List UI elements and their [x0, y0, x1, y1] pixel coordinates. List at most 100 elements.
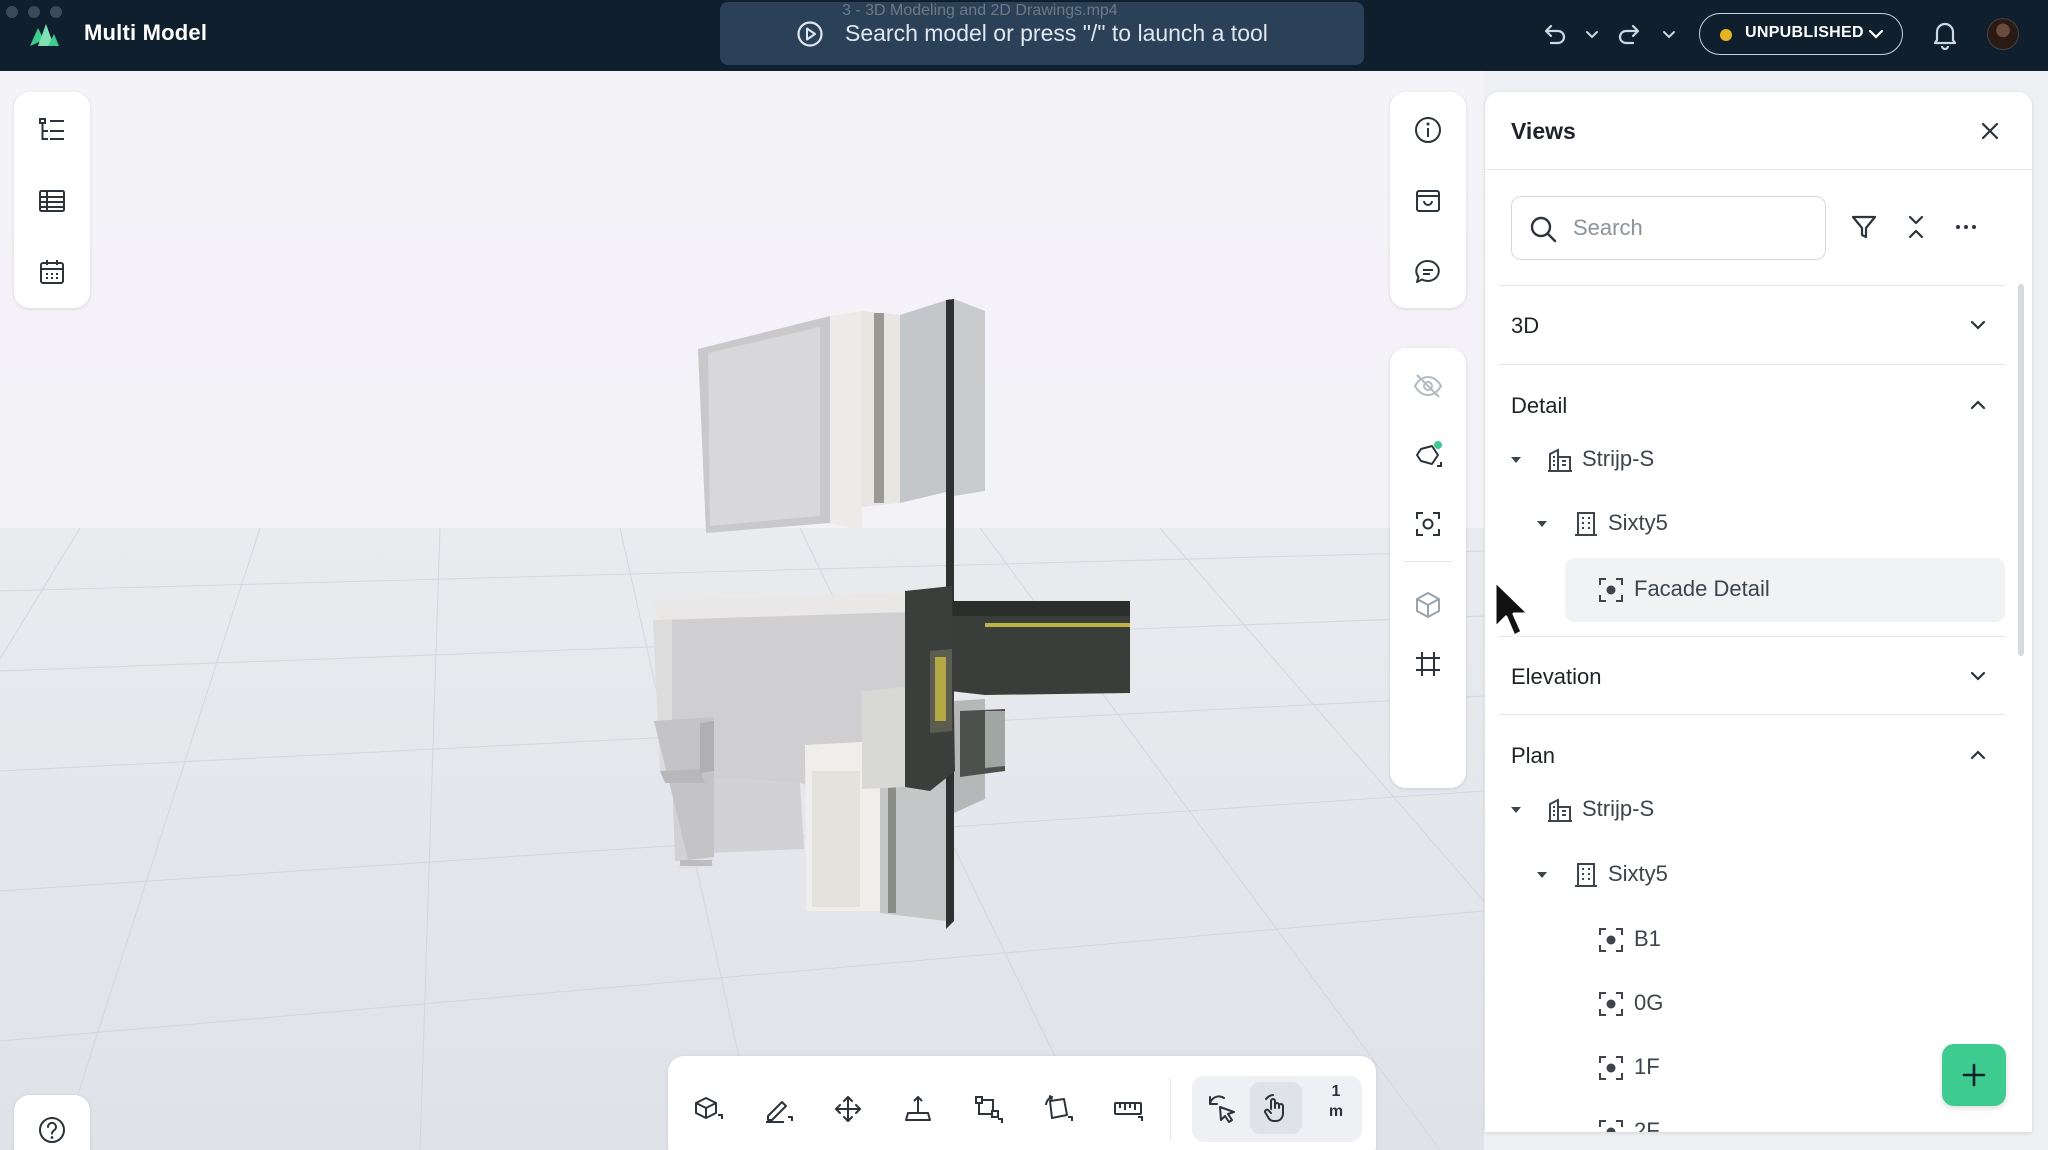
window-zoom-dot[interactable] [50, 6, 62, 18]
view-focus-icon [1599, 1056, 1623, 1080]
tree-item-block[interactable]: Sixty5 [1485, 496, 2005, 552]
snap-icon[interactable] [1260, 1093, 1292, 1125]
add-view-button[interactable] [1942, 1044, 2006, 1106]
status-dot [1720, 29, 1732, 41]
play-circle-icon [797, 21, 823, 47]
view-focus-icon [1599, 928, 1623, 952]
block-icon [1575, 512, 1597, 536]
section-elevation[interactable]: Elevation [1485, 636, 2005, 714]
tree-item-building[interactable]: Strijp-S [1485, 782, 2005, 838]
cube-icon[interactable] [1412, 589, 1444, 621]
mouse-cursor-icon [1493, 579, 1531, 638]
command-bar-placeholder: Search model or press "/" to launch a to… [845, 20, 1268, 46]
help-button[interactable] [14, 1095, 90, 1150]
collapse-all-icon[interactable] [1901, 212, 1931, 242]
window-close-dot[interactable] [6, 6, 18, 18]
toolbar-divider [1404, 561, 1452, 562]
tree-label: Sixty5 [1608, 510, 1668, 535]
tree-label: 2F [1634, 1118, 1660, 1132]
calendar-icon[interactable] [36, 256, 68, 288]
add-element-icon[interactable] [692, 1093, 724, 1125]
inbox-icon[interactable] [1412, 185, 1444, 217]
right-toolbar-views [1390, 348, 1466, 788]
tree-label: Facade Detail [1634, 576, 1770, 601]
section-icon[interactable] [1412, 439, 1444, 471]
chevron-down-icon [1868, 29, 1884, 39]
eye-off-icon[interactable] [1412, 370, 1444, 402]
caret-down-icon[interactable] [1509, 453, 1523, 467]
window-minimize-dot[interactable] [28, 6, 40, 18]
section-label: 3D [1511, 313, 1540, 338]
app-logo-icon[interactable] [28, 20, 60, 48]
tree-item-block[interactable]: Sixty5 [1485, 847, 2005, 903]
section-3d[interactable]: 3D [1485, 286, 2005, 364]
tree-list-icon[interactable] [36, 114, 68, 146]
model-scene[interactable] [0, 71, 1484, 1150]
close-icon[interactable] [1977, 118, 2003, 144]
view-focus-icon [1599, 1120, 1623, 1132]
search-icon [1530, 216, 1557, 243]
filter-icon[interactable] [1849, 212, 1879, 242]
move-icon[interactable] [832, 1093, 864, 1125]
scale-value: 1 [1331, 1083, 1341, 1100]
caret-down-icon[interactable] [1535, 517, 1549, 531]
tree-label: Sixty5 [1608, 861, 1668, 886]
publish-status-label: UNPUBLISHED [1745, 24, 1864, 41]
view-focus-icon [1599, 992, 1623, 1016]
chevron-down-icon [1970, 320, 1986, 330]
grid-icon[interactable] [1412, 648, 1444, 680]
table-icon[interactable] [36, 185, 68, 217]
toolbar-divider [1170, 1078, 1171, 1140]
redo-history-chevron-icon[interactable] [1660, 26, 1678, 44]
video-title-overlay: 3 - 3D Modeling and 2D Drawings.mp4 [842, 2, 1118, 19]
undo-icon[interactable] [1539, 20, 1569, 50]
block-icon [1575, 863, 1597, 887]
tree-label: 1F [1634, 1054, 1660, 1079]
scale-indicator[interactable]: 1 m [1316, 1082, 1356, 1132]
section-detail[interactable]: Detail [1485, 364, 2005, 442]
views-search-input[interactable] [1573, 210, 1803, 246]
chevron-down-icon [1970, 671, 1986, 681]
elevate-icon[interactable] [902, 1093, 934, 1125]
tree-item-view-2f[interactable]: 2F [1565, 1104, 2005, 1132]
info-icon[interactable] [1412, 114, 1444, 146]
scale-unit: m [1328, 1103, 1344, 1120]
tree-item-view-b1[interactable]: B1 [1565, 912, 2005, 968]
caret-down-icon[interactable] [1535, 868, 1549, 882]
undo-history-chevron-icon[interactable] [1583, 26, 1601, 44]
tree-item-view-facade-detail[interactable]: Facade Detail [1565, 562, 2005, 618]
bottom-toolbar: 1 m [668, 1056, 1376, 1150]
top-bar: Multi Model 3 - 3D Modeling and 2D Drawi… [0, 0, 2048, 71]
more-options-icon[interactable] [1951, 212, 1981, 242]
3d-viewport[interactable]: 1 m [0, 71, 1484, 1150]
tree-label: Strijp-S [1582, 796, 1655, 821]
right-toolbar-top [1390, 92, 1466, 308]
section-plan[interactable]: Plan [1485, 714, 2005, 792]
building-icon [1548, 448, 1572, 472]
chevron-up-icon [1970, 750, 1986, 760]
tree-item-view-0g[interactable]: 0G [1565, 976, 2005, 1032]
select-icon[interactable] [1206, 1093, 1238, 1125]
comment-icon[interactable] [1412, 256, 1444, 288]
tree-item-building[interactable]: Strijp-S [1485, 432, 2005, 488]
divider [1485, 169, 2032, 170]
section-label: Detail [1511, 393, 1568, 418]
section-label: Elevation [1511, 664, 1602, 689]
caret-down-icon[interactable] [1509, 803, 1523, 817]
redo-icon[interactable] [1615, 20, 1645, 50]
draw-icon[interactable] [762, 1093, 794, 1125]
focus-icon[interactable] [1412, 508, 1444, 540]
tree-label: B1 [1634, 926, 1661, 951]
views-scrollbar[interactable] [2018, 284, 2024, 656]
tree-label: Strijp-S [1582, 446, 1655, 471]
rotate-icon[interactable] [1042, 1093, 1074, 1125]
user-avatar[interactable] [1987, 18, 2019, 50]
bell-icon[interactable] [1930, 18, 1960, 50]
transform-icon[interactable] [972, 1093, 1004, 1125]
tree-label: 0G [1634, 990, 1664, 1015]
tree-item-view-1f[interactable]: 1F [1565, 1040, 2005, 1096]
building-icon [1548, 798, 1572, 822]
views-panel-title: Views [1511, 118, 1576, 144]
measure-icon[interactable] [1112, 1093, 1144, 1125]
view-focus-icon [1599, 578, 1623, 602]
